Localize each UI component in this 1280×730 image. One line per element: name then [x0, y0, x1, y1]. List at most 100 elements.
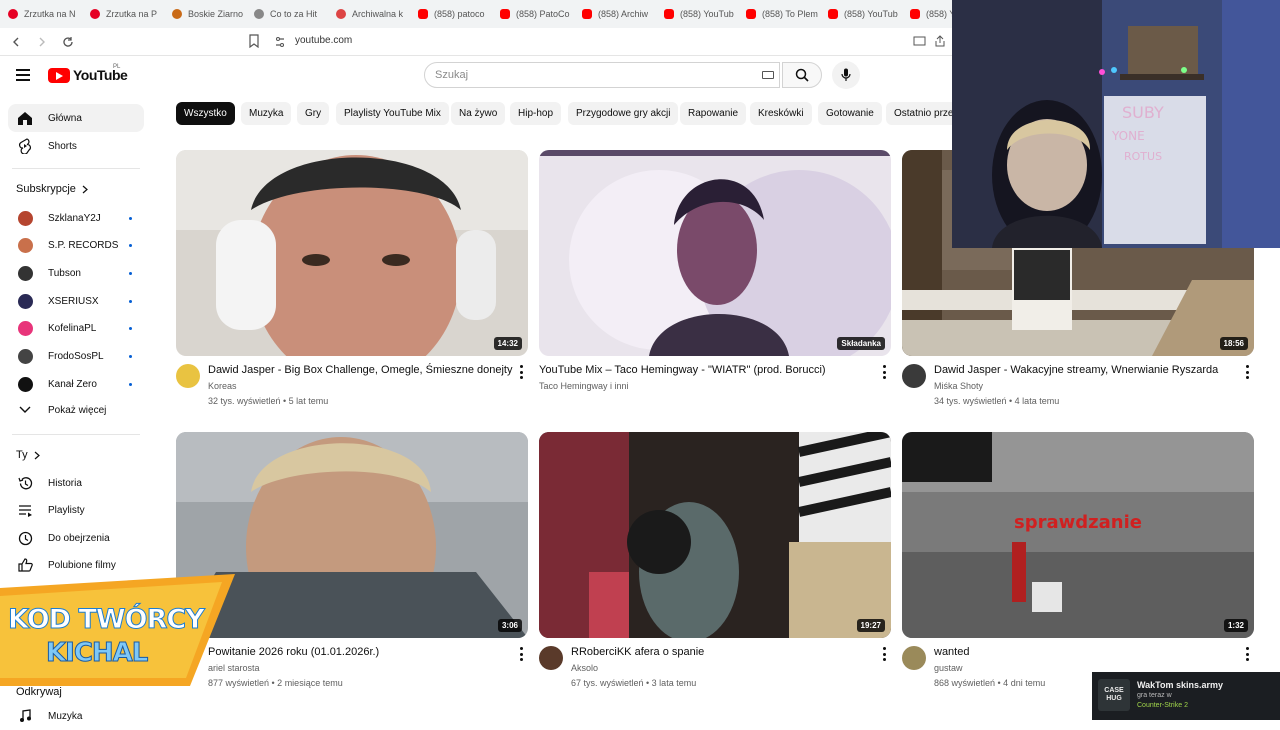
video-channel[interactable]: Miśka Shoty [934, 381, 983, 391]
browser-tab[interactable]: (858) Archiw [574, 0, 656, 28]
sidebar-subscription[interactable]: FrodoSosPL [8, 343, 144, 371]
channel-avatar [16, 293, 34, 309]
video-title[interactable]: wanted [934, 646, 969, 658]
category-chip[interactable]: Playlisty YouTube Mix [336, 102, 449, 125]
channel-avatar [16, 238, 34, 254]
category-chip[interactable]: Wszystko [176, 102, 235, 125]
sidebar-item-label: Shorts [48, 140, 77, 152]
channel-avatar [16, 376, 34, 392]
category-chip[interactable]: Gotowanie [818, 102, 882, 125]
search-icon [795, 68, 809, 82]
voice-search-button[interactable] [832, 61, 860, 89]
sidebar-subscription[interactable]: Tubson [8, 259, 144, 287]
youtube-tab-icon [746, 9, 756, 19]
reload-icon[interactable] [58, 32, 78, 52]
sidebar-subscription[interactable]: KofelinaPL [8, 315, 144, 343]
menu-icon[interactable] [16, 69, 30, 84]
category-chip[interactable]: Przygodowe gry akcji [568, 102, 679, 125]
more-options-icon[interactable] [520, 647, 524, 661]
video-thumbnail[interactable]: 14:32 [176, 150, 528, 356]
video-title[interactable]: RRoberciKK afera o spanie [571, 646, 704, 658]
keyboard-icon[interactable] [762, 71, 774, 79]
more-options-icon[interactable] [520, 365, 524, 379]
install-app-icon[interactable] [913, 34, 926, 52]
subscriptions-heading[interactable]: Subskrypcje [16, 183, 88, 195]
new-content-dot [129, 271, 132, 275]
browser-tab-label: (858) YouTub [844, 9, 898, 19]
category-chip[interactable]: Kreskówki [750, 102, 812, 125]
sidebar-subscription[interactable]: SzklanaY2J [8, 204, 144, 232]
channel-avatar[interactable] [176, 364, 200, 388]
site-info-icon[interactable] [274, 35, 286, 53]
browser-tab[interactable]: Boskie Ziarno [164, 0, 246, 28]
whiteboard-text: SUBY [1122, 103, 1164, 122]
sidebar-subscription[interactable]: Kanał Zero [8, 370, 144, 398]
new-content-dot [129, 327, 132, 331]
share-icon[interactable] [934, 34, 946, 52]
sidebar-divider [12, 168, 140, 169]
browser-tab[interactable]: (858) You [902, 0, 952, 28]
video-channel[interactable]: Taco Hemingway i inni [539, 381, 629, 391]
video-title[interactable]: YouTube Mix – Taco Hemingway - "WIATR" (… [539, 364, 826, 376]
more-options-icon[interactable] [883, 647, 887, 661]
bookmark-icon[interactable] [248, 34, 260, 53]
browser-tab[interactable]: (858) YouTub [820, 0, 902, 28]
channel-avatar[interactable] [902, 364, 926, 388]
sidebar-item-home[interactable]: Główna [8, 104, 144, 132]
browser-tab[interactable]: Zrzutka na N [0, 0, 82, 28]
video-title[interactable]: Dawid Jasper - Big Box Challenge, Omegle… [208, 364, 512, 376]
category-chip[interactable]: Muzyka [241, 102, 292, 125]
category-chip[interactable]: Ostatnio przes [886, 102, 952, 125]
url-text[interactable]: youtube.com [295, 35, 352, 46]
video-channel[interactable]: Aksolo [571, 663, 598, 673]
search-input[interactable]: Szukaj [424, 62, 780, 88]
sidebar-item-watch-later[interactable]: Do obejrzenia [8, 524, 144, 552]
more-options-icon[interactable] [883, 365, 887, 379]
video-channel[interactable]: gustaw [934, 663, 963, 673]
new-content-dot [129, 299, 132, 303]
sidebar-subscription[interactable]: XSERIUSX [8, 287, 144, 315]
category-chip[interactable]: Rapowanie [680, 102, 747, 125]
video-title[interactable]: Dawid Jasper - Wakacyjne streamy, Wnerwi… [934, 364, 1218, 376]
category-chip[interactable]: Na żywo [451, 102, 506, 125]
browser-tab[interactable]: (858) patoco [410, 0, 492, 28]
browser-tab[interactable]: (858) YouTub [656, 0, 738, 28]
sidebar-item-music[interactable]: Muzyka [8, 702, 144, 730]
avatar [17, 265, 33, 281]
video-thumbnail[interactable]: Składanka [539, 150, 891, 356]
sidebar-item-playlists[interactable]: Playlisty [8, 496, 144, 524]
microphone-icon [841, 68, 851, 81]
browser-tab[interactable]: Archiwalna k [328, 0, 410, 28]
forward-icon[interactable] [32, 32, 52, 52]
browser-tab-label: (858) Archiw [598, 9, 649, 19]
pinterest-tab-icon [90, 9, 100, 19]
browser-tab[interactable]: Co to za Hit [246, 0, 328, 28]
show-more-button[interactable]: Pokaż więcej [8, 396, 144, 424]
sidebar-item-history[interactable]: Historia [8, 469, 144, 497]
sidebar-item-shorts[interactable]: Shorts [8, 132, 144, 160]
like-icon [16, 558, 34, 572]
category-chip[interactable]: Hip-hop [510, 102, 562, 125]
sidebar-subscription[interactable]: S.P. RECORDS [8, 232, 144, 260]
video-thumbnail[interactable]: 19:27 [539, 432, 891, 638]
video-thumbnail[interactable]: sprawdzanie 1:32 [902, 432, 1254, 638]
category-chip[interactable]: Gry [297, 102, 330, 125]
browser-tab[interactable]: (858) To Plem [738, 0, 820, 28]
browser-tab-label: (858) patoco [434, 9, 485, 19]
video-duration: 3:06 [497, 619, 522, 632]
more-options-icon[interactable] [1246, 365, 1250, 379]
explore-title: Odkrywaj [16, 686, 62, 698]
channel-avatar[interactable] [902, 646, 926, 670]
browser-tab[interactable]: Zrzutka na P [82, 0, 164, 28]
browser-tab[interactable]: (858) PatoCo [492, 0, 574, 28]
browser-tab-label: (858) You [926, 9, 952, 19]
back-icon[interactable] [6, 32, 26, 52]
search-button[interactable] [782, 62, 822, 88]
sidebar-divider [12, 434, 140, 435]
sidebar-item-label: Playlisty [48, 504, 85, 516]
video-channel[interactable]: Koreas [208, 381, 237, 391]
channel-avatar[interactable] [539, 646, 563, 670]
you-heading[interactable]: Ty [16, 449, 40, 461]
youtube-tab-icon [418, 9, 428, 19]
more-options-icon[interactable] [1246, 647, 1250, 661]
